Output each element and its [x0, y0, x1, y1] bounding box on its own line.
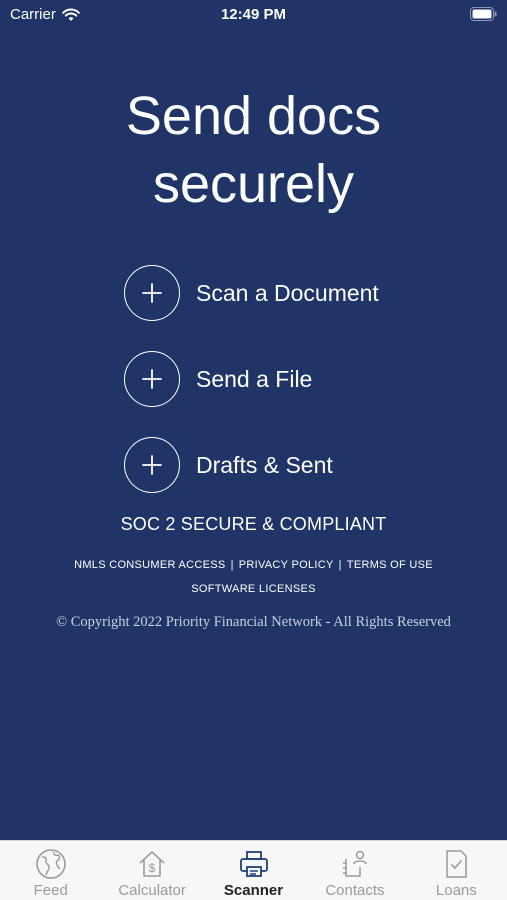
- software-licenses-link[interactable]: SOFTWARE LICENSES: [0, 583, 507, 595]
- send-file-label: Send a File: [196, 365, 313, 392]
- privacy-policy-link[interactable]: PRIVACY POLICY: [239, 559, 334, 571]
- title-line-1: Send docs: [125, 86, 382, 146]
- legal-separator: |: [338, 559, 342, 571]
- tab-scanner[interactable]: Scanner: [203, 841, 304, 900]
- document-check-icon: [446, 850, 468, 878]
- battery-icon: [470, 7, 497, 25]
- drafts-sent-button[interactable]: Drafts & Sent: [124, 437, 379, 493]
- scan-document-label: Scan a Document: [196, 279, 379, 306]
- legal-links: NMLS CONSUMER ACCESS | PRIVACY POLICY | TERM…: [0, 559, 507, 571]
- tab-loans[interactable]: Loans: [406, 841, 507, 900]
- copyright-text: © Copyright 2022 Priority Financial Netw…: [56, 614, 451, 630]
- tab-scanner-label: Scanner: [223, 882, 284, 899]
- printer-icon: [239, 851, 268, 877]
- tab-loans-label: Loans: [435, 882, 477, 899]
- tab-contacts-label: Contacts: [325, 882, 385, 899]
- globe-icon: [35, 849, 66, 879]
- send-file-button[interactable]: Send a File: [124, 351, 379, 407]
- nmls-consumer-access-link[interactable]: NMLS CONSUMER ACCESS: [74, 559, 225, 571]
- tab-calculator-label: Calculator: [118, 882, 186, 899]
- tab-bar: Feed $ Calculator Scanner Contacts Loans: [0, 840, 507, 900]
- status-bar: Carrier 12:49 PM: [0, 0, 507, 30]
- plus-icon: [124, 265, 180, 321]
- tab-contacts[interactable]: Contacts: [304, 841, 405, 900]
- scanner-screen: Carrier 12:49 PM Send docs securely Scan…: [0, 0, 507, 840]
- tab-calculator[interactable]: $ Calculator: [101, 841, 202, 900]
- plus-icon: [124, 351, 180, 407]
- plus-icon: [124, 437, 180, 493]
- tab-feed-label: Feed: [33, 882, 68, 899]
- tab-feed[interactable]: Feed: [0, 841, 101, 900]
- svg-text:$: $: [149, 861, 156, 875]
- scan-document-button[interactable]: Scan a Document: [124, 265, 379, 321]
- terms-of-use-link[interactable]: TERMS OF USE: [347, 559, 433, 571]
- drafts-sent-label: Drafts & Sent: [196, 451, 333, 478]
- action-list: Scan a Document Send a File Drafts & Sen…: [124, 265, 379, 523]
- calculator-home-icon: $: [139, 851, 165, 877]
- status-time: 12:49 PM: [220, 6, 287, 23]
- contacts-icon: [342, 850, 367, 877]
- compliance-text: SOC 2 SECURE & COMPLIANT: [120, 514, 387, 534]
- legal-separator: |: [230, 559, 234, 571]
- title-line-2: securely: [152, 154, 355, 214]
- page-title: Send docs securely: [0, 82, 507, 218]
